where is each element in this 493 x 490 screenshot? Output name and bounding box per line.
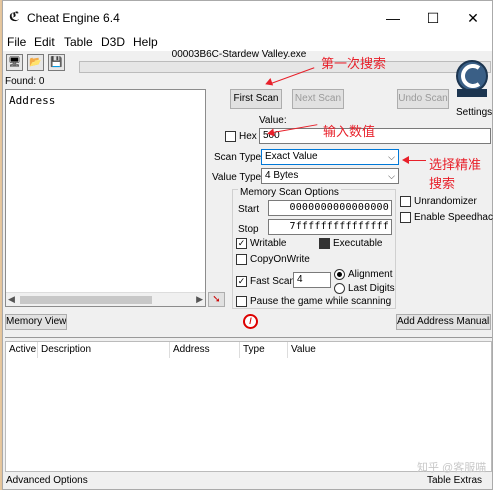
results-list[interactable]: Address ◀ ▶ bbox=[5, 89, 206, 307]
menu-d3d[interactable]: D3D bbox=[101, 35, 125, 49]
window-title: Cheat Engine 6.4 bbox=[27, 11, 120, 25]
last-digits-label: Last Digits bbox=[348, 283, 395, 294]
value-type-select[interactable]: 4 Bytes ⌵ bbox=[261, 168, 399, 184]
writable-checkbox[interactable]: ✓ bbox=[236, 238, 247, 249]
annotation-arrow-head bbox=[402, 156, 409, 164]
next-scan-button[interactable]: Next Scan bbox=[292, 89, 344, 109]
results-horizontal-scrollbar[interactable]: ◀ ▶ bbox=[6, 292, 205, 306]
chevron-down-icon: ⌵ bbox=[388, 171, 395, 181]
close-button[interactable]: ✕ bbox=[453, 7, 493, 29]
unrandomizer-checkbox[interactable] bbox=[400, 196, 411, 207]
save-button[interactable]: 💾 bbox=[48, 54, 65, 71]
fast-scan-label: Fast Scan bbox=[250, 276, 296, 287]
menu-edit[interactable]: Edit bbox=[34, 35, 55, 49]
stop-address-input[interactable]: 7fffffffffffffff bbox=[268, 219, 392, 235]
annotation-first-search: 第一次搜索 bbox=[321, 57, 387, 72]
ce-settings-logo-icon[interactable] bbox=[453, 58, 491, 98]
value-type-value: 4 Bytes bbox=[265, 170, 299, 181]
chevron-down-icon: ⌵ bbox=[388, 152, 395, 162]
found-count: Found: 0 bbox=[5, 76, 45, 87]
scan-type-select[interactable]: Exact Value ⌵ bbox=[261, 149, 399, 165]
speedhack-label: Enable Speedhack bbox=[414, 212, 493, 223]
annotation-arrow-line bbox=[408, 160, 426, 161]
add-address-manually-button[interactable]: Add Address Manually bbox=[396, 314, 491, 330]
minimize-button[interactable]: — bbox=[373, 7, 413, 29]
folder-icon: 📂 bbox=[29, 57, 42, 68]
menu-file[interactable]: File bbox=[7, 35, 26, 49]
ce-logo-icon: ℭ bbox=[9, 9, 20, 24]
column-divider bbox=[239, 342, 240, 358]
column-address[interactable]: Address bbox=[173, 344, 210, 355]
hex-checkbox[interactable] bbox=[225, 131, 236, 142]
alignment-label: Alignment bbox=[348, 269, 393, 280]
last-digits-radio[interactable] bbox=[334, 283, 345, 294]
executable-label: Executable bbox=[333, 238, 383, 249]
scan-type-label: Scan Type bbox=[214, 152, 262, 163]
column-divider bbox=[37, 342, 38, 358]
open-process-button[interactable]: 🖥 bbox=[6, 54, 23, 71]
settings-link[interactable]: Settings bbox=[456, 107, 492, 118]
arrow-down-right-icon: ➘ bbox=[212, 294, 221, 305]
annotation-enter-value: 输入数值 bbox=[323, 125, 376, 140]
annotation-arrow-head bbox=[263, 78, 274, 88]
fast-scan-input[interactable]: 4 bbox=[293, 272, 331, 288]
column-divider bbox=[287, 342, 288, 358]
scroll-left-icon[interactable]: ◀ bbox=[8, 294, 15, 305]
open-file-button[interactable]: 📂 bbox=[27, 54, 44, 71]
computer-icon: 🖥 bbox=[8, 57, 21, 68]
column-description[interactable]: Description bbox=[41, 344, 91, 355]
stop-icon[interactable]: / bbox=[243, 314, 258, 329]
undo-scan-button[interactable]: Undo Scan bbox=[397, 89, 449, 109]
start-label: Start bbox=[238, 204, 260, 215]
value-type-label: Value Type bbox=[212, 172, 262, 183]
annotation-choose-exact-line1: 选择精准 bbox=[429, 158, 482, 173]
start-address-input[interactable]: 0000000000000000 bbox=[268, 200, 392, 216]
annotation-choose-exact-line2: 搜索 bbox=[429, 177, 456, 192]
copyonwrite-label: CopyOnWrite bbox=[250, 254, 310, 265]
copyonwrite-checkbox[interactable] bbox=[236, 254, 247, 265]
annotation-arrow-head bbox=[266, 128, 275, 138]
memory-scan-options-label: Memory Scan Options bbox=[238, 187, 341, 198]
cheat-engine-window: ℭ Cheat Engine 6.4 — ☐ ✕ File Edit Table… bbox=[2, 0, 493, 490]
title-bar: ℭ Cheat Engine 6.4 — ☐ ✕ bbox=[3, 1, 492, 33]
speedhack-checkbox[interactable] bbox=[400, 212, 411, 223]
pause-game-label: Pause the game while scanning bbox=[250, 296, 392, 307]
results-header-address: Address bbox=[9, 94, 56, 107]
scan-type-value: Exact Value bbox=[265, 151, 318, 162]
unrandomizer-label: Unrandomizer bbox=[414, 196, 477, 207]
column-value[interactable]: Value bbox=[291, 344, 316, 355]
menu-table[interactable]: Table bbox=[64, 35, 93, 49]
scan-progress-bar bbox=[79, 61, 491, 73]
menu-help[interactable]: Help bbox=[133, 35, 158, 49]
address-table[interactable]: Active Description Address Type Value bbox=[5, 341, 492, 472]
fast-scan-checkbox[interactable]: ✓ bbox=[236, 276, 247, 287]
add-selected-to-list-button[interactable]: ➘ bbox=[208, 292, 225, 307]
memory-view-button[interactable]: Memory View bbox=[5, 314, 67, 330]
scroll-right-icon[interactable]: ▶ bbox=[196, 294, 203, 305]
pause-game-checkbox[interactable] bbox=[236, 296, 247, 307]
writable-label: Writable bbox=[250, 238, 287, 249]
value-label: Value: bbox=[259, 115, 287, 126]
watermark: 知乎 @客服喵 bbox=[417, 462, 487, 474]
splitter[interactable] bbox=[5, 337, 492, 338]
executable-checkbox[interactable] bbox=[319, 238, 330, 249]
column-active[interactable]: Active bbox=[9, 344, 36, 355]
stop-label: Stop bbox=[238, 224, 259, 235]
column-type[interactable]: Type bbox=[243, 344, 265, 355]
alignment-radio[interactable] bbox=[334, 269, 345, 280]
advanced-options-link[interactable]: Advanced Options bbox=[6, 475, 88, 486]
table-extras-link[interactable]: Table Extras bbox=[427, 475, 482, 486]
floppy-icon: 💾 bbox=[50, 57, 63, 68]
scroll-thumb[interactable] bbox=[20, 296, 152, 304]
first-scan-button[interactable]: First Scan bbox=[230, 89, 282, 109]
column-divider bbox=[169, 342, 170, 358]
maximize-button[interactable]: ☐ bbox=[413, 7, 453, 29]
hex-label: Hex bbox=[239, 131, 257, 142]
